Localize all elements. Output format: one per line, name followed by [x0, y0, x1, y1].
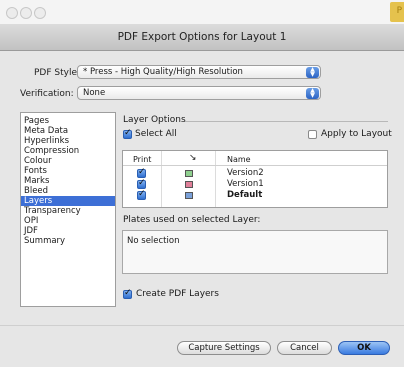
minimize-window-icon[interactable]: [20, 7, 32, 19]
color-column-icon: ↘: [189, 153, 197, 163]
sidebar-item-summary[interactable]: Summary: [21, 236, 115, 246]
close-window-icon[interactable]: [6, 7, 18, 19]
pdf-style-value: * Press - High Quality/High Resolution: [83, 67, 243, 77]
settings-category-list[interactable]: Pages Meta Data Hyperlinks Compression C…: [20, 112, 116, 307]
layer-color-swatch: [185, 181, 193, 188]
layer-options-title: Layer Options: [123, 115, 186, 125]
sidebar-item-fonts[interactable]: Fonts: [21, 166, 115, 176]
sidebar-item-opi[interactable]: OPI: [21, 216, 115, 226]
section-divider: [185, 121, 388, 122]
layer-name: Version2: [227, 168, 264, 178]
sidebar-item-layers[interactable]: Layers: [21, 196, 115, 206]
popup-arrows-icon: ▲ ▼: [306, 66, 319, 78]
pdf-style-select[interactable]: * Press - High Quality/High Resolution ▲…: [77, 65, 321, 79]
apply-to-layout-label: Apply to Layout: [321, 129, 392, 139]
sidebar-item-meta-data[interactable]: Meta Data: [21, 126, 115, 136]
button-bar-divider: [0, 325, 404, 326]
window-chrome: P: [0, 0, 404, 24]
verification-select[interactable]: None ▲ ▼: [77, 86, 321, 100]
sidebar-item-bleed[interactable]: Bleed: [21, 186, 115, 196]
sidebar-item-marks[interactable]: Marks: [21, 176, 115, 186]
plates-label: Plates used on selected Layer:: [123, 215, 261, 225]
checkbox-checked-icon: [123, 288, 132, 299]
layer-row-default[interactable]: Default: [123, 189, 387, 200]
plates-content: No selection: [127, 236, 180, 246]
layer-row-version1[interactable]: Version1: [123, 178, 387, 189]
layer-name: Version1: [227, 179, 264, 189]
layer-color-swatch: [185, 192, 193, 199]
select-all-label: Select All: [135, 129, 177, 139]
capture-settings-button[interactable]: Capture Settings: [177, 341, 271, 355]
plates-list: No selection: [122, 230, 388, 274]
print-checkbox[interactable]: [137, 178, 146, 189]
ok-button[interactable]: OK: [338, 341, 390, 355]
layer-row-version2[interactable]: Version2: [123, 167, 387, 178]
zoom-window-icon[interactable]: [34, 7, 46, 19]
checkbox-unchecked-icon: [308, 129, 317, 139]
create-pdf-layers-checkbox[interactable]: Create PDF Layers: [123, 288, 219, 299]
sidebar-item-hyperlinks[interactable]: Hyperlinks: [21, 136, 115, 146]
verification-label: Verification:: [20, 89, 74, 99]
layers-table[interactable]: Print ↘ Name Version2 Version1 Default: [122, 150, 388, 208]
header-divider: [123, 165, 387, 166]
app-badge-label: P: [396, 6, 402, 16]
checkbox-checked-icon: [123, 128, 132, 139]
sidebar-item-colour[interactable]: Colour: [21, 156, 115, 166]
apply-to-layout-checkbox[interactable]: Apply to Layout: [308, 129, 392, 139]
layer-color-swatch: [185, 170, 193, 177]
print-checkbox[interactable]: [137, 189, 146, 200]
select-all-checkbox[interactable]: Select All: [123, 128, 177, 139]
verification-value: None: [83, 88, 106, 98]
pdf-style-label: PDF Style:: [34, 68, 81, 78]
create-pdf-layers-label: Create PDF Layers: [136, 289, 219, 299]
sidebar-item-transparency[interactable]: Transparency: [21, 206, 115, 216]
cancel-button[interactable]: Cancel: [277, 341, 332, 355]
sidebar-item-pages[interactable]: Pages: [21, 116, 115, 126]
sidebar-item-compression[interactable]: Compression: [21, 146, 115, 156]
layer-name: Default: [227, 190, 263, 200]
name-column-header: Name: [227, 155, 251, 164]
sidebar-item-jdf[interactable]: JDF: [21, 226, 115, 236]
print-column-header: Print: [133, 155, 152, 164]
dialog-title: PDF Export Options for Layout 1: [0, 24, 404, 51]
print-checkbox[interactable]: [137, 167, 146, 178]
popup-arrows-icon: ▲ ▼: [306, 87, 319, 99]
